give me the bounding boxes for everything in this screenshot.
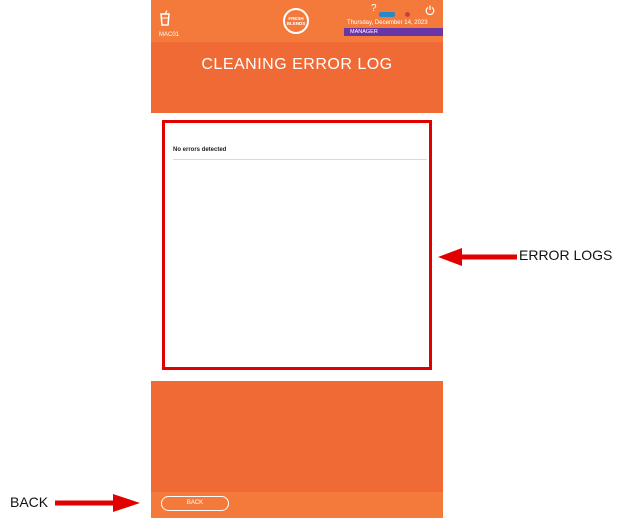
power-icon[interactable] <box>425 5 435 15</box>
error-logs-arrow-icon <box>438 248 517 266</box>
status-indicator-icon <box>405 12 410 17</box>
footer-bar: BACK <box>151 492 443 518</box>
error-logs-label: ERROR LOGS <box>519 247 613 263</box>
back-button[interactable]: BACK <box>161 496 229 511</box>
brand-logo: FRESH BLENDS <box>283 8 309 34</box>
back-arrow-icon <box>55 494 140 512</box>
help-icon[interactable]: ? <box>371 3 377 14</box>
page-title: CLEANING ERROR LOG <box>201 56 393 73</box>
error-logs-highlight <box>162 120 432 370</box>
role-badge: MANAGER <box>344 28 443 36</box>
battery-icon <box>379 12 395 17</box>
datetime-display: Thursday, December 14, 2023 <box>347 20 428 26</box>
cup-icon <box>160 10 170 26</box>
header-bar: MAC01 FRESH BLENDS ? Thursday, December … <box>151 0 443 42</box>
logo-text: FRESH BLENDS <box>286 16 306 26</box>
machine-id: MAC01 <box>159 32 180 38</box>
back-label: BACK <box>10 494 49 510</box>
